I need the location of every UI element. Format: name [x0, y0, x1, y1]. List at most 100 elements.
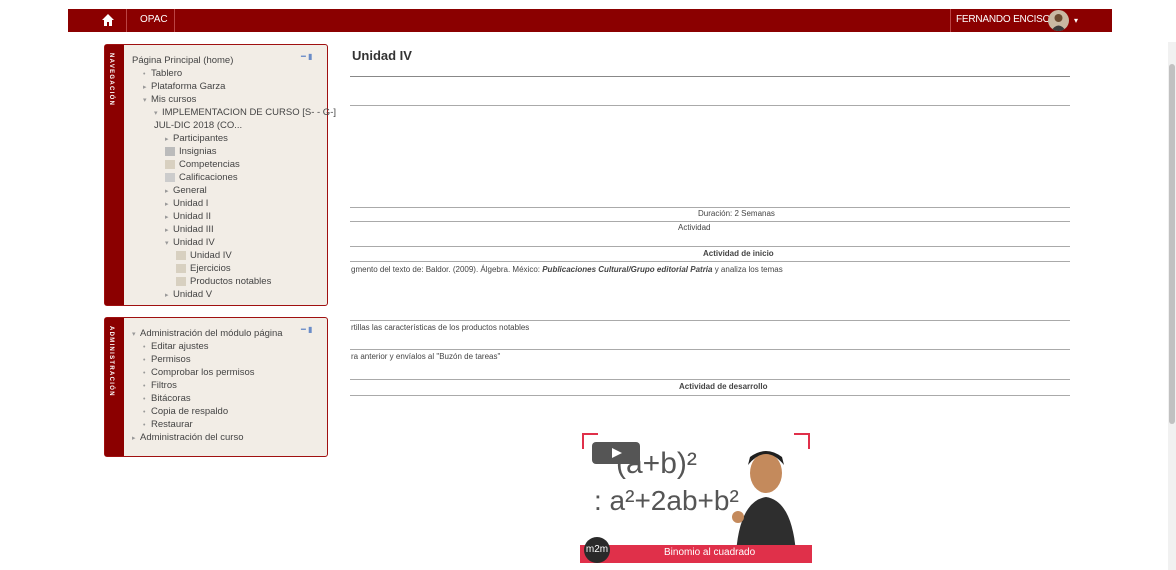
tree-item[interactable]: Página Principal (home): [132, 54, 336, 67]
tree-item-label: Unidad IV: [173, 237, 215, 248]
divider: [350, 105, 1070, 106]
tree-item[interactable]: ▸ Unidad V: [132, 288, 336, 301]
tree-item[interactable]: ▾ Unidad IV: [132, 236, 336, 249]
page-icon: [176, 263, 186, 273]
page-title: Unidad IV: [352, 48, 412, 63]
tree-item[interactable]: Unidad IV: [132, 249, 336, 262]
tree-item-label: Copia de respaldo: [151, 406, 229, 417]
navigation-rail-label: NAVEGACIÓN: [108, 53, 114, 107]
tree-item-label: Unidad II: [173, 211, 212, 222]
tree-item[interactable]: ▸ Unidad III: [132, 223, 336, 236]
tree-item[interactable]: Productos notables: [132, 275, 336, 288]
tree-item[interactable]: • Bitácoras: [132, 392, 283, 405]
block-rail: NAVEGACIÓN: [105, 45, 124, 305]
divider: [350, 207, 1070, 208]
tree-item[interactable]: • Editar ajustes: [132, 340, 283, 353]
tree-item[interactable]: ▾ Mis cursos: [132, 93, 336, 106]
video-caption: Binomio al cuadrado: [664, 547, 756, 558]
m2m-logo: m2m: [584, 537, 610, 563]
tree-item-label: Unidad IV: [190, 250, 232, 261]
page-icon: [176, 276, 186, 286]
tree-item[interactable]: • Copia de respaldo: [132, 405, 283, 418]
tree-item[interactable]: Insignias: [132, 145, 336, 158]
tree-item-label: Unidad I: [173, 198, 209, 209]
presenter-image: [732, 451, 796, 553]
home-icon[interactable]: [101, 13, 115, 27]
divider: [350, 379, 1070, 380]
tree-item-label: IMPLEMENTACION DE CURSO [S- - G-]: [162, 107, 337, 118]
duration-text: Duración: 2 Semanas: [698, 209, 775, 218]
tree-item[interactable]: Ejercicios: [132, 262, 336, 275]
page-scrollbar[interactable]: [1168, 42, 1176, 570]
reading-instruction: gmento del texto de: Baldor. (2009). Álg…: [351, 265, 783, 274]
video-thumbnail[interactable]: (a+b)² : a²+2ab+b² Binomio al cuadrado m…: [580, 433, 812, 563]
tree-item[interactable]: Calificaciones: [132, 171, 336, 184]
scrollbar-thumb[interactable]: [1169, 64, 1175, 424]
divider: [350, 320, 1070, 321]
navigation-block: NAVEGACIÓN ━ ▮ Página Principal (home) • T…: [104, 44, 336, 306]
top-navbar: OPAC FERNANDO ENCISO ▾: [68, 9, 1112, 32]
block-dock-control-icon[interactable]: ━ ▮: [301, 325, 312, 334]
tree-item[interactable]: ▸ Unidad I: [132, 197, 336, 210]
user-avatar-icon: [1051, 14, 1066, 31]
tree-item[interactable]: • Tablero: [132, 67, 336, 80]
chevron-right-icon: ▸: [132, 435, 136, 442]
tree-item[interactable]: ▸ Participantes: [132, 132, 336, 145]
reading-instruction-prefix: gmento del texto de: Baldor. (2009). Álg…: [351, 265, 543, 274]
divider: [350, 349, 1070, 350]
tree-item-label: Permisos: [151, 354, 191, 365]
tree-item-label: Ejercicios: [190, 263, 231, 274]
tree-item-label: Editar ajustes: [151, 341, 209, 352]
tree-item-label: Página Principal (home): [132, 55, 234, 66]
tree-item[interactable]: ▸ Administración del curso: [132, 431, 283, 444]
tree-item-label: Tablero: [151, 68, 183, 79]
tree-item[interactable]: • Permisos: [132, 353, 283, 366]
start-activity-header: Actividad de inicio: [703, 249, 774, 258]
gradebook-icon: [165, 172, 175, 182]
tree-item-label: Comprobar los permisos: [151, 367, 255, 378]
tree-item[interactable]: ▾ IMPLEMENTACION DE CURSO [S- - G-]: [132, 106, 336, 119]
tree-item-label: Unidad III: [173, 224, 214, 235]
tree-item-label: Calificaciones: [179, 172, 238, 183]
tree-item[interactable]: JUL-DIC 2018 (CO...: [132, 119, 336, 132]
tree-item-label: Restaurar: [151, 419, 193, 430]
navbar-divider: [950, 9, 951, 32]
badge-icon: [165, 146, 175, 156]
navbar-divider: [174, 9, 175, 32]
tree-item[interactable]: ▸ General: [132, 184, 336, 197]
tree-item-label: Unidad V: [173, 289, 213, 300]
tree-item[interactable]: ▸ Unidad II: [132, 210, 336, 223]
administration-block: ADMINISTRACIÓN ━ ▮ ▾ Administración del m…: [104, 317, 328, 457]
tree-item-label: Participantes: [173, 133, 228, 144]
chevron-down-icon[interactable]: ▾: [1074, 16, 1078, 25]
tree-item[interactable]: Competencias: [132, 158, 336, 171]
avatar[interactable]: [1048, 10, 1069, 31]
tree-item-label: Competencias: [179, 159, 240, 170]
opac-link[interactable]: OPAC: [140, 14, 168, 25]
administration-tree: ▾ Administración del módulo página • Editar…: [132, 327, 283, 444]
tree-item[interactable]: ▾ Administración del módulo página: [132, 327, 283, 340]
competency-icon: [165, 159, 175, 169]
tree-item[interactable]: • Comprobar los permisos: [132, 366, 283, 379]
tree-item-label: JUL-DIC 2018 (CO...: [154, 120, 243, 131]
tree-item-label: Mis cursos: [151, 94, 197, 105]
user-menu-name[interactable]: FERNANDO ENCISO: [956, 14, 1050, 25]
tree-item-label: Productos notables: [190, 276, 272, 287]
video-formula-bottom: : a²+2ab+b²: [594, 485, 739, 516]
administration-rail-label: ADMINISTRACIÓN: [108, 326, 114, 397]
play-button-icon[interactable]: [592, 442, 640, 464]
block-rail: ADMINISTRACIÓN: [105, 318, 124, 456]
tree-item-label: Filtros: [151, 380, 177, 391]
divider: [350, 76, 1070, 77]
divider: [350, 395, 1070, 396]
notable-products-instruction: rtillas las características de los produ…: [351, 323, 530, 332]
tree-item-label: Administración del curso: [140, 432, 244, 443]
tree-item[interactable]: ▸ Plataforma Garza: [132, 80, 336, 93]
activity-header: Actividad: [678, 223, 711, 232]
divider: [350, 261, 1070, 262]
tree-item[interactable]: • Restaurar: [132, 418, 283, 431]
video-caption-bar: Binomio al cuadrado: [580, 545, 812, 563]
tree-item[interactable]: • Filtros: [132, 379, 283, 392]
development-activity-header: Actividad de desarrollo: [679, 382, 768, 391]
chevron-right-icon: ▸: [165, 292, 169, 299]
